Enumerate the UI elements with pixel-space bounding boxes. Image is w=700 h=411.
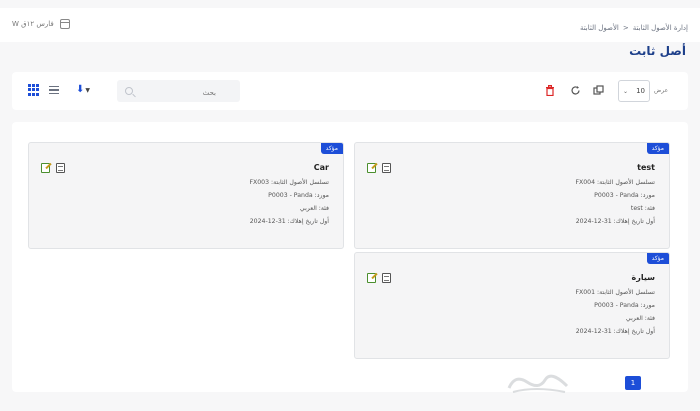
- asset-card[interactable]: مؤكد Car تسلسل الأصول الثابتة: FX003 مور…: [28, 142, 344, 249]
- card-line-category: فئة: العربي: [299, 205, 329, 212]
- refresh-button[interactable]: [569, 84, 581, 96]
- card-line-depreciation-date: أول تاريخ إهلاك: 31-12-2024: [249, 218, 329, 225]
- refresh-icon: [570, 85, 580, 94]
- card-line-category: فئة: test: [630, 205, 655, 212]
- card-line-vendor: مورد: P0003 - Panda: [268, 192, 329, 199]
- per-page-label: عرض: [654, 87, 669, 94]
- card-details: تسلسل الأصول الثابتة: FX004 مورد: P0003 …: [575, 179, 655, 225]
- card-details: تسلسل الأصول الثابتة: FX003 مورد: P0003 …: [249, 179, 329, 225]
- chevron-down-icon: ⌄: [623, 87, 629, 95]
- card-title: Car: [313, 163, 329, 172]
- status-badge: مؤكد: [646, 143, 669, 154]
- card-actions: [367, 273, 391, 283]
- card-title: سيارة: [631, 273, 655, 282]
- card-line-vendor: مورد: P0003 - Panda: [594, 302, 655, 309]
- card-details: تسلسل الأصول الثابتة: FX001 مورد: P0003 …: [575, 289, 655, 335]
- view-icon[interactable]: [56, 163, 65, 173]
- per-page-value: 10: [636, 87, 645, 95]
- breadcrumb-item-fixed-assets[interactable]: الأصول الثابتة: [580, 24, 619, 32]
- list-view-icon[interactable]: [49, 84, 61, 96]
- grid-view-icon[interactable]: [27, 84, 39, 96]
- card-line-sequence: تسلسل الأصول الثابتة: FX003: [249, 179, 329, 186]
- view-icon[interactable]: [382, 163, 391, 173]
- view-icon[interactable]: [382, 273, 391, 283]
- card-line-vendor: مورد: P0003 - Panda: [594, 192, 655, 199]
- card-actions: [41, 163, 65, 173]
- copy-icon: [592, 84, 604, 95]
- toolbar: ⬇▼ ⌄ 10: [12, 72, 688, 110]
- watermark-logo: [507, 374, 569, 393]
- status-badge: مؤكد: [320, 143, 343, 154]
- card-line-sequence: تسلسل الأصول الثابتة: FX001: [575, 289, 655, 296]
- search-input[interactable]: [117, 82, 240, 104]
- card-actions: [367, 163, 391, 173]
- copy-button[interactable]: [592, 84, 604, 96]
- pagination-current-page[interactable]: 1: [625, 376, 641, 390]
- download-button[interactable]: ⬇ ▼: [74, 84, 92, 96]
- download-icon: ⬇: [75, 84, 85, 95]
- search-icon: [125, 87, 133, 95]
- cards-container: مؤكد test تسلسل الأصول الثابتة: FX004 مو…: [12, 122, 688, 392]
- card-line-depreciation-date: أول تاريخ إهلاك: 31-12-2024: [575, 218, 655, 225]
- edit-icon[interactable]: [367, 273, 376, 283]
- chevron-down-icon: ▼: [85, 86, 90, 94]
- card-line-sequence: تسلسل الأصول الثابتة: FX004: [575, 179, 655, 186]
- date-text: W فارس ١٢ق: [12, 20, 54, 28]
- card-line-category: فئة: العربي: [625, 315, 655, 322]
- card-line-depreciation-date: أول تاريخ إهلاك: 31-12-2024: [575, 328, 655, 335]
- date-display[interactable]: W فارس ١٢ق: [12, 19, 70, 29]
- status-badge: مؤكد: [646, 253, 669, 264]
- breadcrumb-item-fixed-assets-mgmt[interactable]: إدارة الأصول الثابتة: [633, 24, 688, 32]
- trash-icon: [546, 84, 554, 96]
- page: W فارس ١٢ق إدارة الأصول الثابتة < الأصول…: [0, 0, 700, 411]
- card-title: test: [637, 163, 655, 172]
- per-page-select[interactable]: ⌄ 10: [618, 80, 650, 102]
- asset-card[interactable]: مؤكد سيارة تسلسل الأصول الثابتة: FX001 م…: [354, 252, 670, 359]
- breadcrumb: إدارة الأصول الثابتة < الأصول الثابتة: [580, 24, 688, 32]
- asset-card[interactable]: مؤكد test تسلسل الأصول الثابتة: FX004 مو…: [354, 142, 670, 249]
- page-title: أصل ثابت: [629, 44, 686, 58]
- search-box: [117, 80, 240, 104]
- calendar-icon: [59, 19, 70, 29]
- breadcrumb-separator: <: [622, 24, 629, 32]
- edit-icon[interactable]: [41, 163, 50, 173]
- edit-icon[interactable]: [367, 163, 376, 173]
- delete-button[interactable]: [544, 84, 556, 96]
